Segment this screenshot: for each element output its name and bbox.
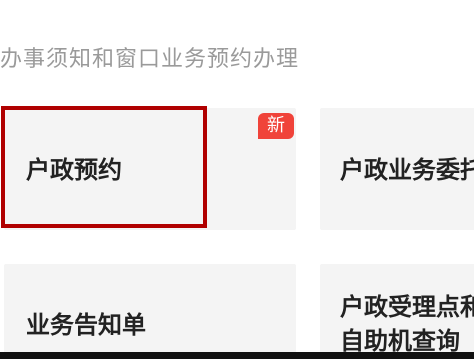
card-label: 户政受理点和自助机查询 <box>340 293 474 355</box>
section-subtitle: 办事须知和窗口业务预约办理 <box>0 47 300 72</box>
card-hukou-entrust[interactable]: 户政业务委托 <box>320 108 474 230</box>
card-label: 业务告知单 <box>26 311 146 339</box>
bottom-bar <box>0 352 474 359</box>
card-business-notice[interactable]: 业务告知单 <box>4 264 296 359</box>
page: 办事须知和窗口业务预约办理 户政预约 新 户政业务委托 业务告知单 户政受理点和… <box>0 0 474 359</box>
new-badge: 新 <box>258 113 294 139</box>
card-label: 户政业务委托 <box>340 156 474 184</box>
card-service-point-query[interactable]: 户政受理点和自助机查询 <box>320 264 474 359</box>
card-hukou-appointment[interactable]: 户政预约 <box>4 108 296 230</box>
card-label: 户政预约 <box>26 156 122 184</box>
